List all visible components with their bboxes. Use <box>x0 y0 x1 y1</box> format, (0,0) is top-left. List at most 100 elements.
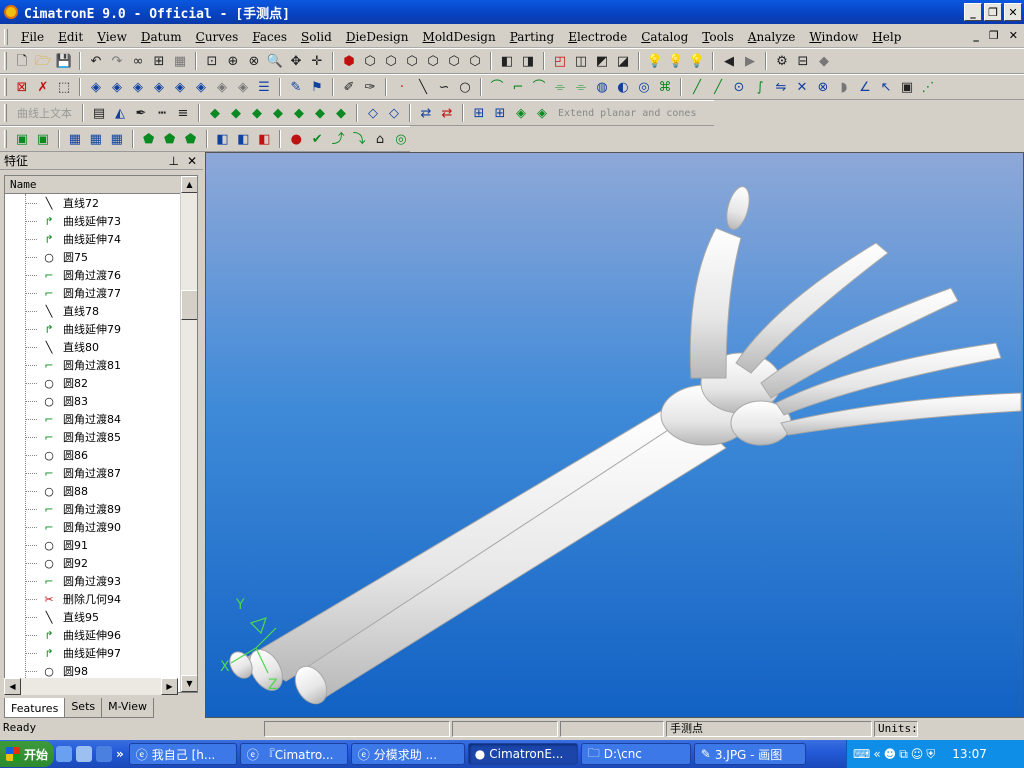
curve-tool-19-icon[interactable]: ↖ <box>877 78 895 96</box>
menu-grip[interactable] <box>4 28 8 45</box>
tree-row[interactable]: ⌐ 圆角过渡90 <box>5 518 197 536</box>
curve-tool-2-icon[interactable]: ⌐ <box>509 78 527 96</box>
minimize-button[interactable]: _ <box>964 3 982 21</box>
view-right-icon[interactable]: ⬡ <box>403 52 421 70</box>
toolbar-grip[interactable] <box>4 104 7 122</box>
menu-faces[interactable]: Faces <box>245 30 294 44</box>
grid-icon[interactable]: ▦ <box>171 52 189 70</box>
extend-planar-icon[interactable]: ◈ <box>533 104 551 122</box>
pen-icon[interactable]: ✒ <box>132 104 150 122</box>
solid-tool-10-icon[interactable]: ◧ <box>234 130 252 148</box>
view-back-icon[interactable]: ⬡ <box>424 52 442 70</box>
curve-tool-15-icon[interactable]: ✕ <box>793 78 811 96</box>
feature-tool-6-icon[interactable]: ◈ <box>192 78 210 96</box>
extend-planar-label[interactable]: Extend planar and cones <box>554 108 700 119</box>
task-browser-1[interactable]: ⓔ 我自己 [h... <box>128 743 237 765</box>
face-tool-9-icon[interactable]: ◇ <box>385 104 403 122</box>
curve-tool-17-icon[interactable]: ◗ <box>835 78 853 96</box>
display-mode-icon[interactable]: ◪ <box>614 52 632 70</box>
curve-tool-5-icon[interactable]: ⌯ <box>572 78 590 96</box>
feature-tool-9-icon[interactable]: ☰ <box>255 78 273 96</box>
rotate-icon[interactable]: ✛ <box>308 52 326 70</box>
tree-row[interactable]: ⌐ 圆角过渡84 <box>5 410 197 428</box>
tree-row[interactable]: ⌐ 圆角过渡85 <box>5 428 197 446</box>
solid-tool-13-icon[interactable]: ✔ <box>308 130 326 148</box>
tree-row[interactable]: ↱ 曲线延伸97 <box>5 644 197 662</box>
tree-row[interactable]: ↱ 曲线延伸79 <box>5 320 197 338</box>
qq-icon[interactable]: ☻ <box>884 747 897 761</box>
layers-icon[interactable]: ◨ <box>519 52 537 70</box>
solid-tool-3-icon[interactable]: ▦ <box>66 130 84 148</box>
view-bottom-icon[interactable]: ⬡ <box>445 52 463 70</box>
tree-row[interactable]: ⌐ 圆角过渡89 <box>5 500 197 518</box>
curve-on-face-text-button[interactable]: 曲线上文本 <box>13 105 76 121</box>
pick-icon[interactable]: ⊠ <box>13 78 31 96</box>
table-icon[interactable]: ▤ <box>90 104 108 122</box>
face-tool-12-icon[interactable]: ⊞ <box>470 104 488 122</box>
forward-arrow-icon[interactable]: ▶ <box>741 52 759 70</box>
zoom-all-icon[interactable]: ⊡ <box>203 52 221 70</box>
curve-tool-6-icon[interactable]: ◍ <box>593 78 611 96</box>
curve-tool-9-icon[interactable]: ⌘ <box>656 78 674 96</box>
solid-tool-5-icon[interactable]: ▦ <box>108 130 126 148</box>
tree-row[interactable]: ↱ 曲线延伸73 <box>5 212 197 230</box>
measure-icon[interactable]: ⚙ <box>773 52 791 70</box>
face-tool-5-icon[interactable]: ◆ <box>290 104 308 122</box>
face-tool-2-icon[interactable]: ◆ <box>227 104 245 122</box>
network-icon[interactable]: ⧉ <box>899 747 908 762</box>
menu-curves[interactable]: Curves <box>189 30 246 44</box>
solid-tool-9-icon[interactable]: ◧ <box>214 130 232 148</box>
redo-icon[interactable]: ↷ <box>108 52 126 70</box>
doc-restore-button[interactable]: ❐ <box>989 29 999 42</box>
menu-file[interactable]: File <box>14 30 51 44</box>
tab-m-view[interactable]: M-View <box>101 698 155 718</box>
scroll-right-arrow-icon[interactable]: ▶ <box>161 678 178 695</box>
task-browser-2[interactable]: ⓔ 『Cimatro... <box>239 743 348 765</box>
face-tool-6-icon[interactable]: ◆ <box>311 104 329 122</box>
tree-row[interactable]: ⌐ 圆角过渡93 <box>5 572 197 590</box>
line-icon[interactable]: ╲ <box>414 78 432 96</box>
tree-row[interactable]: ○ 圆88 <box>5 482 197 500</box>
solid-tool-11-icon[interactable]: ◧ <box>255 130 273 148</box>
menu-diedesign[interactable]: DieDesign <box>339 30 416 44</box>
xyz-icon[interactable]: ⋰ <box>919 78 937 96</box>
sketch-2-icon[interactable]: ✑ <box>361 78 379 96</box>
solid-tool-4-icon[interactable]: ▦ <box>87 130 105 148</box>
menu-molddesign[interactable]: MoldDesign <box>416 30 503 44</box>
tree-row[interactable]: ✂ 删除几何94 <box>5 590 197 608</box>
tree-row[interactable]: ╲ 直线95 <box>5 608 197 626</box>
light-off-icon[interactable]: 💡 <box>688 52 706 70</box>
ruler-icon[interactable]: ⊟ <box>794 52 812 70</box>
quicklaunch-more-icon[interactable]: » <box>116 747 124 761</box>
solid-tool-17-icon[interactable]: ◎ <box>392 130 410 148</box>
task-browser-3[interactable]: ⓔ 分模求助 ... <box>350 743 465 765</box>
menu-parting[interactable]: Parting <box>503 30 562 44</box>
solid-tool-6-icon[interactable]: ⬟ <box>140 130 158 148</box>
feature-tool-2-icon[interactable]: ◈ <box>108 78 126 96</box>
curve-tool-13-icon[interactable]: ∫ <box>751 78 769 96</box>
doc-close-button[interactable]: ✕ <box>1009 29 1018 42</box>
tree-row[interactable]: ○ 圆91 <box>5 536 197 554</box>
graphics-viewport[interactable]: Y X Z <box>205 152 1024 718</box>
toolbar-grip[interactable] <box>4 52 7 70</box>
toolbar-grip[interactable] <box>4 78 7 96</box>
face-tool-7-icon[interactable]: ◆ <box>332 104 350 122</box>
menu-help[interactable]: Help <box>865 30 908 44</box>
solid-tool-1-icon[interactable]: ▣ <box>13 130 31 148</box>
restore-button[interactable]: ❐ <box>984 3 1002 21</box>
view-front-icon[interactable]: ⬡ <box>361 52 379 70</box>
cancel-pick-icon[interactable]: ✗ <box>34 78 52 96</box>
menu-view[interactable]: View <box>90 30 134 44</box>
solid-tool-15-icon[interactable]: ⤵ <box>350 130 368 148</box>
back-arrow-icon[interactable]: ◀ <box>720 52 738 70</box>
select-arrow-icon[interactable]: ⬚ <box>55 78 73 96</box>
curve-tool-11-icon[interactable]: ╱ <box>709 78 727 96</box>
scroll-left-arrow-icon[interactable]: ◀ <box>4 678 21 695</box>
tree-row[interactable]: ○ 圆86 <box>5 446 197 464</box>
close-button[interactable]: ✕ <box>1004 3 1022 21</box>
curve-tool-10-icon[interactable]: ╱ <box>688 78 706 96</box>
feature-tool-5-icon[interactable]: ◈ <box>171 78 189 96</box>
task-cimatron[interactable]: ● CimatronE... <box>467 743 578 765</box>
open-file-icon[interactable]: 🗁 <box>34 52 52 70</box>
start-button[interactable]: 开始 <box>0 741 54 767</box>
